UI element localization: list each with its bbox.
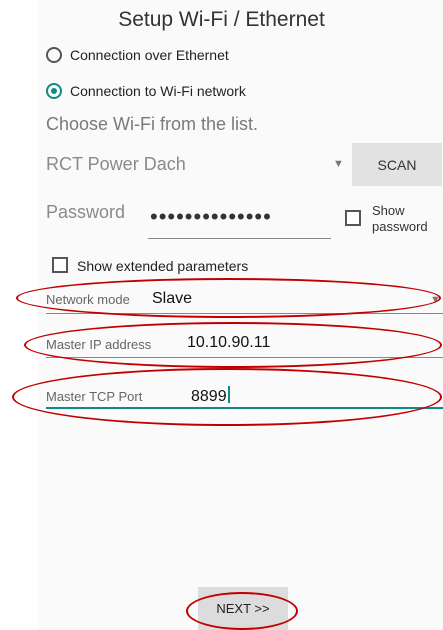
password-value: •••••••••••••• bbox=[150, 204, 272, 229]
annotation-ellipse-master-tcp-port bbox=[12, 368, 442, 426]
radio-wifi[interactable]: Connection to Wi-Fi network bbox=[46, 79, 246, 103]
radio-wifi-label: Connection to Wi-Fi network bbox=[70, 83, 246, 99]
extended-params-checkbox[interactable] bbox=[52, 257, 68, 273]
password-field[interactable]: •••••••••••••• bbox=[148, 200, 331, 239]
annotation-ellipse-next bbox=[186, 592, 298, 630]
wifi-network-select[interactable]: RCT Power Dach bbox=[46, 154, 186, 175]
wifi-hint: Choose Wi-Fi from the list. bbox=[46, 114, 259, 134]
show-password-checkbox[interactable] bbox=[345, 210, 361, 226]
page-title: Setup Wi-Fi / Ethernet bbox=[118, 8, 325, 31]
password-label: Password bbox=[46, 202, 126, 222]
radio-ethernet[interactable]: Connection over Ethernet bbox=[46, 43, 229, 67]
show-password-label: Show password bbox=[372, 203, 443, 235]
annotation-ellipse-network-mode bbox=[16, 278, 441, 318]
annotation-ellipse-master-ip bbox=[24, 322, 442, 368]
dropdown-arrow-icon[interactable]: ▼ bbox=[333, 158, 344, 170]
show-password-text: Show password bbox=[372, 203, 428, 234]
radio-ethernet-indicator[interactable] bbox=[46, 47, 62, 63]
extended-params-label: Show extended parameters bbox=[77, 258, 249, 274]
scan-button[interactable]: SCAN bbox=[352, 143, 442, 186]
radio-ethernet-label: Connection over Ethernet bbox=[70, 47, 229, 63]
radio-wifi-indicator[interactable] bbox=[46, 83, 62, 99]
